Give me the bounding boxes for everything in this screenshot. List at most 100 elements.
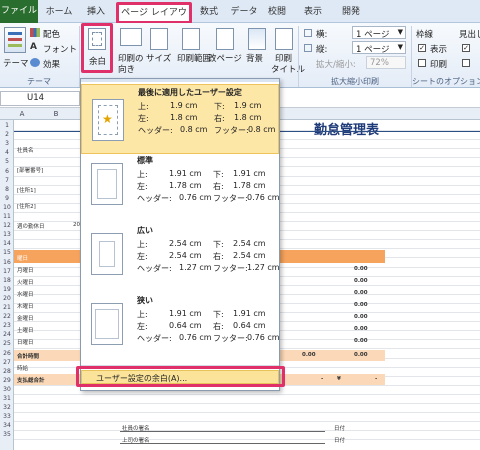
tab-home[interactable]: ホーム [42, 3, 76, 23]
day-label: 日曜日 [17, 340, 34, 346]
row-header[interactable]: 29 [0, 377, 14, 384]
headings-view-checkbox[interactable]: ✓ [462, 44, 470, 52]
bottom-value: 1.9 cm [234, 101, 262, 110]
row-header[interactable]: 24 [0, 331, 14, 338]
row-header[interactable]: 27 [0, 359, 14, 366]
fonts-icon: A [30, 42, 37, 52]
left-label: 左: [138, 114, 149, 123]
row-header[interactable]: 15 [0, 249, 14, 256]
day-total: 0.00 [354, 278, 368, 284]
tab-data[interactable]: データ [228, 3, 260, 23]
row-header[interactable]: 21 [0, 304, 14, 311]
row-header[interactable]: 31 [0, 395, 14, 402]
margin-option-normal[interactable]: 標準 上: 1.91 cm 下: 1.91 cm 左: 1.78 cm 右: 1… [81, 153, 280, 223]
total-label: 合計時間 [17, 354, 40, 360]
row-header[interactable]: 4 [0, 149, 14, 156]
week-label: 週の勤休日 [17, 224, 45, 230]
gridlines-print-checkbox[interactable] [418, 59, 426, 67]
margin-option-narrow[interactable]: 狭い 上: 1.91 cm 下: 1.91 cm 左: 0.64 cm 右: 0… [81, 293, 280, 363]
gridlines-view-checkbox[interactable]: ✓ [418, 44, 426, 52]
row-header[interactable]: 11 [0, 213, 14, 220]
size-button[interactable]: サイズ [146, 52, 171, 64]
top-value: 1.91 cm [169, 169, 202, 178]
tab-insert[interactable]: 挿入 [80, 3, 112, 23]
left-value: 0.64 cm [169, 321, 202, 330]
right-value: 1.8 cm [234, 113, 262, 122]
row-header[interactable]: 34 [0, 422, 14, 429]
tab-formulas[interactable]: 数式 [194, 3, 224, 23]
zoom-spinner[interactable]: 72% [366, 56, 406, 69]
grid-line [14, 393, 480, 395]
row-header[interactable]: 3 [0, 140, 14, 147]
row-header[interactable]: 10 [0, 204, 14, 211]
background-button[interactable]: 背景 [246, 52, 263, 64]
row-header[interactable]: 18 [0, 277, 14, 284]
row-header[interactable]: 16 [0, 259, 14, 266]
row-header[interactable]: 13 [0, 231, 14, 238]
row-header[interactable]: 20 [0, 295, 14, 302]
footer-value: 0.8 cm [248, 125, 276, 134]
row-header[interactable]: 14 [0, 240, 14, 247]
width-icon [304, 29, 312, 37]
orientation-label-2[interactable]: 向き [118, 63, 135, 75]
print-area-icon [182, 28, 200, 50]
row-header[interactable]: 12 [0, 222, 14, 229]
header-label: ヘッダー: [137, 334, 172, 343]
day-total: 0.00 [354, 314, 368, 320]
height-select-value: 1 ページ [356, 45, 390, 55]
row-header[interactable]: 7 [0, 177, 14, 184]
colors-button[interactable]: 配色 [43, 28, 60, 40]
row-header[interactable]: 17 [0, 268, 14, 275]
effects-button[interactable]: 効果 [43, 58, 60, 70]
row-header[interactable]: 19 [0, 286, 14, 293]
effects-icon [30, 58, 40, 67]
day-total: 0.00 [354, 302, 368, 308]
tab-view[interactable]: 表示 [298, 3, 328, 23]
row-header[interactable]: 25 [0, 340, 14, 347]
row-header[interactable]: 28 [0, 368, 14, 375]
row-header[interactable]: 32 [0, 404, 14, 411]
row-header[interactable]: 5 [0, 158, 14, 165]
height-select[interactable]: 1 ページ ▼ [352, 41, 406, 55]
pay-row-right [280, 374, 385, 385]
breaks-button[interactable]: 改ページ [208, 52, 242, 64]
row-header[interactable]: 8 [0, 186, 14, 193]
margin-option-last-custom[interactable]: ★ 最後に適用したユーザー設定 上: 1.9 cm 下: 1.9 cm 左: 1… [81, 84, 279, 154]
chevron-down-icon: ▼ [397, 43, 403, 51]
header-value: 1.27 cm [179, 263, 212, 272]
tab-file[interactable]: ファイル [0, 0, 38, 23]
print-titles-label-2[interactable]: タイトル [271, 63, 305, 75]
column-header[interactable]: A [14, 108, 30, 120]
row-header[interactable]: 26 [0, 350, 14, 357]
width-select[interactable]: 1 ページ ▼ [352, 26, 406, 40]
option-title: 広い [137, 226, 153, 235]
total-value-2: 0.00 [354, 352, 368, 358]
header-value: 0.76 cm [179, 193, 212, 202]
address1-label: [住所1] [17, 188, 36, 194]
background-icon [248, 28, 266, 50]
row-header[interactable]: 23 [0, 322, 14, 329]
margin-option-wide[interactable]: 広い 上: 2.54 cm 下: 2.54 cm 左: 2.54 cm 右: 2… [81, 223, 280, 293]
themes-label[interactable]: テーマ [3, 57, 29, 69]
name-box[interactable]: U14 [0, 91, 80, 106]
option-title: 狭い [137, 296, 153, 305]
row-header[interactable]: 22 [0, 313, 14, 320]
tab-review[interactable]: 校閲 [262, 3, 292, 23]
column-header[interactable]: B [30, 108, 82, 120]
pay-label: 支払総合計 [17, 378, 45, 384]
headings-print-checkbox[interactable] [462, 59, 470, 67]
tab-developer[interactable]: 開発 [336, 3, 366, 23]
row-header[interactable]: 30 [0, 386, 14, 393]
row-header[interactable]: 9 [0, 195, 14, 202]
row-header[interactable]: 6 [0, 168, 14, 175]
width-select-value: 1 ページ [356, 30, 390, 40]
top-label: 上: [137, 240, 148, 249]
row-header[interactable]: 35 [0, 431, 14, 438]
print-area-button[interactable]: 印刷範囲 [177, 52, 211, 64]
group-separator [298, 26, 299, 87]
themes-icon[interactable] [4, 27, 26, 53]
row-header[interactable]: 1 [0, 122, 14, 129]
row-header[interactable]: 33 [0, 413, 14, 420]
fonts-button[interactable]: フォント [43, 43, 77, 55]
row-header[interactable]: 2 [0, 131, 14, 138]
